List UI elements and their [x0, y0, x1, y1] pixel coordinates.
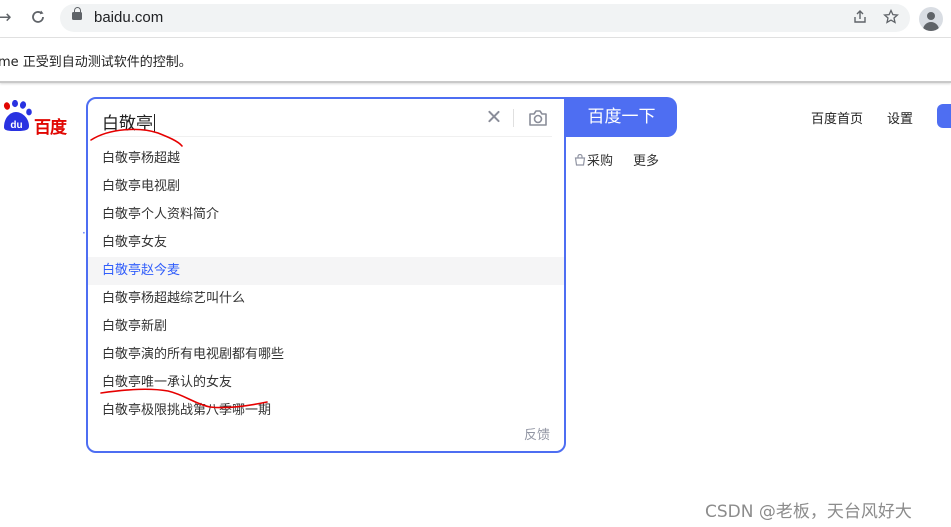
suggestion-list: 白敬亭杨超越 白敬亭电视剧 白敬亭个人资料简介 白敬亭女友 白敬亭赵今麦 白敬亭…	[88, 145, 564, 425]
search-query-text: 白敬亭	[102, 114, 153, 134]
suggestion-item[interactable]: 白敬亭唯一承认的女友	[88, 369, 564, 397]
svg-text:du: du	[10, 120, 22, 131]
caigou-label: 采购	[587, 154, 614, 169]
partial-link-fragment: ·	[82, 226, 86, 240]
clear-icon[interactable]	[484, 107, 504, 127]
camera-icon[interactable]	[527, 108, 549, 128]
url-text: baidu.com	[94, 9, 164, 26]
settings-link[interactable]: 设置	[887, 108, 913, 127]
text-caret	[154, 114, 155, 132]
input-divider	[513, 109, 514, 127]
shopping-bag-icon	[574, 153, 586, 166]
suggestion-item[interactable]: 白敬亭演的所有电视剧都有哪些	[88, 341, 564, 369]
suggestion-separator	[100, 136, 552, 137]
more-link[interactable]: 更多	[633, 150, 659, 169]
logo-text: 百度	[34, 118, 67, 138]
watermark-text: CSDN @老板，天台风好大	[705, 502, 912, 522]
suggestion-item-highlighted[interactable]: 白敬亭赵今麦	[88, 257, 564, 285]
browser-toolbar: → baidu.com	[0, 0, 951, 38]
address-bar[interactable]: baidu.com	[60, 4, 910, 32]
lock-icon[interactable]	[72, 7, 82, 20]
search-input[interactable]: 白敬亭	[102, 109, 155, 134]
suggestion-item[interactable]: 白敬亭个人资料简介	[88, 201, 564, 229]
suggestion-item[interactable]: 白敬亭新剧	[88, 313, 564, 341]
suggestion-item[interactable]: 白敬亭极限挑战第八季哪一期	[88, 397, 564, 425]
search-button[interactable]: 百度一下	[566, 97, 677, 137]
forward-icon[interactable]: →	[0, 8, 14, 28]
baidu-logo[interactable]: du 百度	[0, 99, 72, 138]
suggestion-item[interactable]: 白敬亭电视剧	[88, 173, 564, 201]
share-icon[interactable]	[851, 9, 869, 27]
suggestion-item[interactable]: 白敬亭杨超越综艺叫什么	[88, 285, 564, 313]
paw-logo-icon: du	[3, 99, 32, 131]
automation-infobar: me 正受到自动测试软件的控制。	[0, 38, 951, 83]
infobar-text: me 正受到自动测试软件的控制。	[0, 55, 192, 70]
baidu-home-link[interactable]: 百度首页	[811, 108, 863, 127]
profile-avatar-icon[interactable]	[919, 7, 943, 31]
login-button[interactable]	[937, 104, 951, 128]
search-box-with-suggestions[interactable]: 白敬亭 白敬亭杨超越 白敬亭电视剧 白敬亭个人资料简介 白敬亭女友 白敬亭赵今麦…	[86, 97, 566, 453]
caigou-link[interactable]: 采购	[574, 150, 613, 169]
suggestion-item[interactable]: 白敬亭女友	[88, 229, 564, 257]
feedback-link[interactable]: 反馈	[524, 424, 550, 443]
bookmark-star-icon[interactable]	[882, 8, 900, 27]
reload-icon[interactable]	[28, 8, 48, 28]
suggestion-item[interactable]: 白敬亭杨超越	[88, 145, 564, 173]
